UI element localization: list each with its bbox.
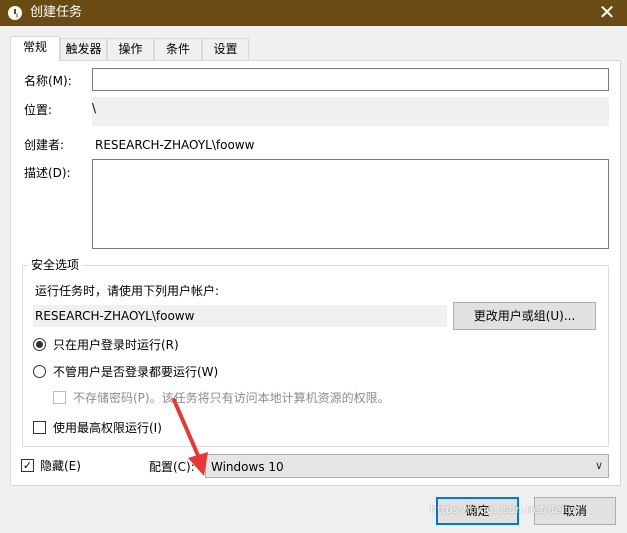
name-label: 名称(M): [24, 74, 72, 88]
radio-run-whether-logged-on-label: 不管用户是否登录都要运行(W) [53, 365, 219, 379]
location-field: \ [92, 97, 609, 126]
hidden-checkbox[interactable]: ✓ [21, 459, 34, 472]
no-store-password-label: 不存储密码(P)。该任务将只有访问本地计算机资源的权限。 [73, 391, 390, 405]
configure-select[interactable]: Windows 10 ∨ [205, 454, 609, 478]
name-input[interactable] [92, 68, 609, 91]
window-title: 创建任务 [30, 5, 83, 20]
change-user-button[interactable]: 更改用户或组(U)... [453, 302, 596, 330]
highest-privileges-label: 使用最高权限运行(I) [53, 421, 162, 435]
user-account-value: RESEARCH-ZHAOYL\fooww [35, 309, 195, 323]
tab-actions[interactable]: 操作 [107, 38, 154, 60]
description-textarea[interactable] [92, 159, 609, 249]
location-label: 位置: [24, 103, 53, 117]
configure-select-value: Windows 10 [211, 460, 284, 474]
author-value: RESEARCH-ZHAOYL\fooww [95, 138, 255, 152]
chevron-down-icon: ∨ [594, 459, 603, 472]
task-scheduler-icon [8, 6, 22, 20]
user-account-field: RESEARCH-ZHAOYL\fooww [33, 305, 447, 327]
security-options-title: 安全选项 [28, 258, 83, 272]
run-as-prompt: 运行任务时，请使用下列用户帐户: [35, 284, 220, 298]
hidden-label: 隐藏(E) [40, 459, 81, 473]
tab-settings[interactable]: 设置 [202, 38, 249, 60]
radio-run-when-logged-on[interactable] [33, 338, 46, 351]
description-label: 描述(D): [24, 166, 71, 180]
location-value: \ [92, 101, 97, 115]
title-bar: 创建任务 ✕ [0, 0, 627, 26]
close-icon[interactable]: ✕ [587, 0, 627, 26]
configure-label: 配置(C): [149, 460, 195, 474]
tab-general[interactable]: 常规 [10, 36, 60, 61]
watermark: https://blog.csdn.net/delta [430, 503, 576, 516]
author-label: 创建者: [24, 138, 65, 152]
no-store-password-checkbox [53, 391, 66, 404]
tab-triggers[interactable]: 触发器 [60, 38, 107, 60]
highest-privileges-checkbox[interactable] [33, 421, 46, 434]
radio-run-whether-logged-on[interactable] [33, 365, 46, 378]
tab-conditions[interactable]: 条件 [154, 38, 202, 60]
radio-run-when-logged-on-label: 只在用户登录时运行(R) [53, 338, 179, 352]
